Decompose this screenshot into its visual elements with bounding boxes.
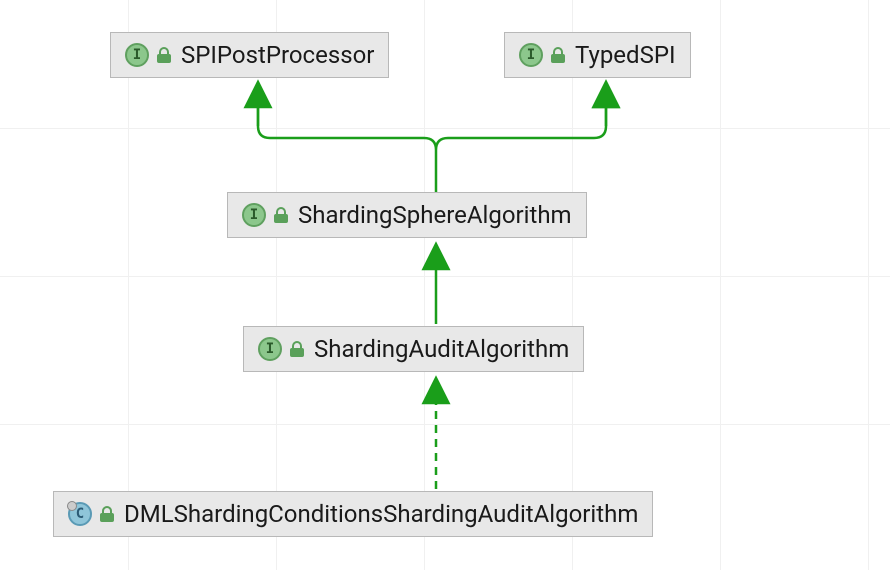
node-label: ShardingSphereAlgorithm (298, 201, 572, 229)
connector-layer (0, 0, 890, 570)
interface-icon: I (258, 337, 282, 361)
interface-icon: I (125, 43, 149, 67)
node-label: SPIPostProcessor (181, 41, 374, 69)
final-lock-icon (274, 207, 288, 223)
node-sharding-audit-algorithm[interactable]: I ShardingAuditAlgorithm (243, 326, 584, 372)
final-lock-icon (290, 341, 304, 357)
node-label: ShardingAuditAlgorithm (314, 335, 569, 363)
node-label: TypedSPI (575, 41, 676, 69)
node-sharding-sphere-algorithm[interactable]: I ShardingSphereAlgorithm (227, 192, 587, 238)
abstract-marker-icon (67, 501, 77, 511)
class-icon: C (68, 502, 92, 526)
final-lock-icon (100, 506, 114, 522)
node-typed-spi[interactable]: I TypedSPI (504, 32, 691, 78)
interface-icon: I (519, 43, 543, 67)
final-lock-icon (157, 47, 171, 63)
edge-ssa-to-parents (258, 82, 606, 192)
interface-icon: I (242, 203, 266, 227)
node-dml-sharding-conditions[interactable]: C DMLShardingConditionsShardingAuditAlgo… (53, 491, 653, 537)
node-spi-post-processor[interactable]: I SPIPostProcessor (110, 32, 389, 78)
final-lock-icon (551, 47, 565, 63)
node-label: DMLShardingConditionsShardingAuditAlgori… (124, 500, 638, 528)
